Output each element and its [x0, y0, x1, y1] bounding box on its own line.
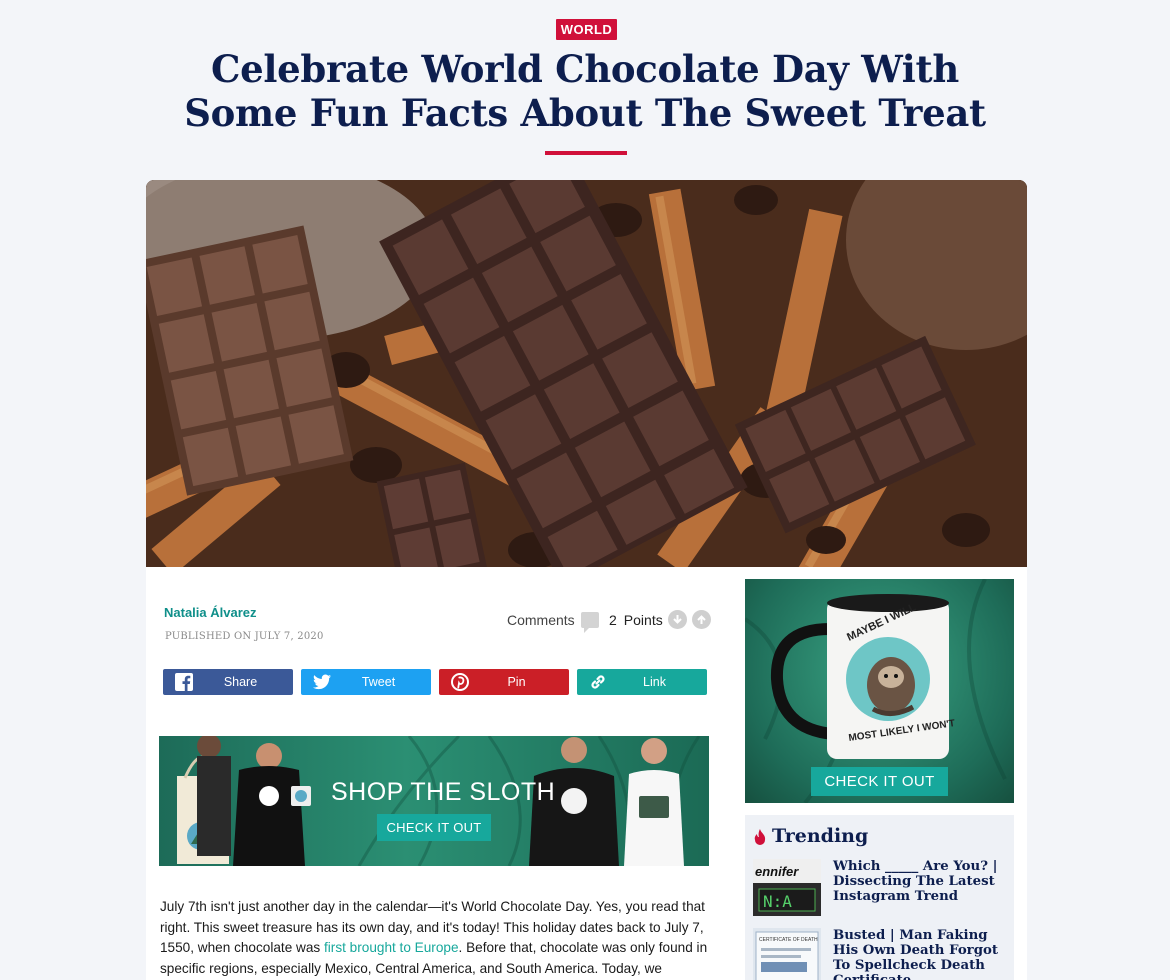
twitter-icon	[313, 673, 331, 691]
share-buttons: Share Tweet Pin Link	[163, 669, 707, 695]
category-badge[interactable]: WORLD	[556, 19, 617, 40]
downvote-icon[interactable]	[667, 610, 687, 629]
trending-thumbnail: CERTIFICATE OF DEATH	[753, 928, 821, 980]
hero-image	[146, 180, 1027, 567]
banner-title: SHOP THE SLOTH	[331, 778, 556, 806]
trending-label: Trending	[772, 825, 869, 847]
points-label: Points	[623, 611, 663, 628]
share-twitter-button[interactable]: Tweet	[301, 669, 431, 695]
comment-icon	[580, 612, 599, 633]
share-facebook-button[interactable]: Share	[163, 669, 293, 695]
svg-text:N:A: N:A	[763, 892, 792, 911]
trending-item[interactable]: CERTIFICATE OF DEATH Busted | Man Faking…	[753, 928, 1008, 980]
trending-thumbnail: ennifer N:A	[753, 859, 821, 916]
facebook-icon	[175, 673, 193, 691]
trending-title: Busted | Man Faking His Own Death Forgot…	[833, 928, 998, 980]
points-count: 2	[609, 611, 617, 628]
author-name[interactable]: Natalia Álvarez	[164, 605, 257, 620]
trending-heading: Trending	[754, 825, 868, 847]
trending-title: Which _____ Are You? | Dissecting The La…	[833, 859, 998, 904]
flame-icon	[754, 828, 766, 845]
trending-thumb-text: CERTIFICATE OF DEATH	[759, 937, 818, 943]
link-icon	[589, 673, 607, 691]
publish-date: PUBLISHED ON JULY 7, 2020	[165, 631, 324, 642]
copy-link-button[interactable]: Link	[577, 669, 707, 695]
shop-sloth-banner[interactable]: SHOP THE SLOTH CHECK IT OUT	[159, 736, 709, 866]
article-title: Celebrate World Chocolate Day With Some …	[184, 47, 986, 135]
upvote-icon[interactable]	[691, 610, 711, 629]
comments-label: Comments	[507, 612, 575, 628]
mug-ad[interactable]: MAYBE I WILL MOST LIKELY I WON'T CHECK I…	[745, 579, 1014, 803]
pinterest-icon	[451, 673, 469, 691]
points-widget: 2 Points	[609, 610, 711, 629]
comments-link[interactable]: Comments	[507, 612, 599, 633]
title-divider	[545, 151, 627, 155]
body-inline-link[interactable]: first brought to Europe	[324, 940, 459, 955]
trending-thumb-text: ennifer	[755, 864, 799, 879]
trending-item[interactable]: ennifer N:A Which _____ Are You? | Disse…	[753, 859, 1008, 916]
share-pinterest-button[interactable]: Pin	[439, 669, 569, 695]
ad-cta-button[interactable]: CHECK IT OUT	[811, 767, 948, 796]
banner-cta-button[interactable]: CHECK IT OUT	[377, 814, 491, 841]
article-body: July 7th isn't just another day in the c…	[160, 897, 710, 980]
